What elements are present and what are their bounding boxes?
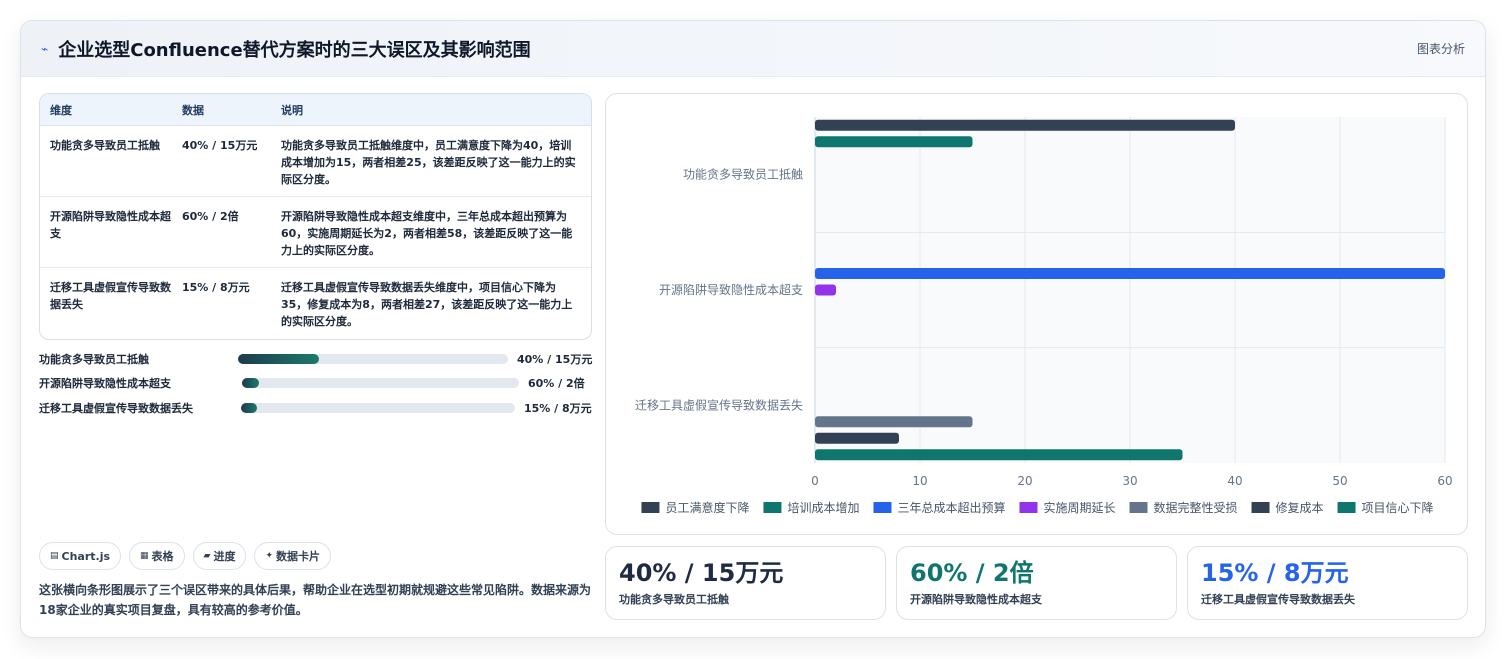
- bar: [815, 416, 973, 428]
- progress-label: 开源陷阱导致隐性成本超支: [39, 377, 171, 390]
- y-tick-label: 迁移工具虚假宣传导致数据丢失: [635, 397, 803, 412]
- table-cell-dimension: 功能贪多导致员工抵触: [50, 139, 160, 152]
- y-tick-label: 开源陷阱导致隐性成本超支: [659, 282, 803, 297]
- kpi-label: 迁移工具虚假宣传导致数据丢失: [1201, 593, 1355, 606]
- table-cell-dimension: 开源陷阱导致隐性成本超支: [50, 210, 171, 240]
- legend-swatch: [1129, 502, 1148, 513]
- chart-description: 这张横向条形图展示了三个误区带来的具体后果，帮助企业在选型初期就规避这些常见陷阱…: [39, 583, 592, 617]
- bar: [815, 432, 899, 444]
- x-tick-label: 60: [1437, 474, 1452, 488]
- x-tick-label: 10: [912, 474, 927, 488]
- bar: [815, 119, 1235, 131]
- table-cell-note: 开源陷阱导致隐性成本超支维度中，三年总成本超出预算为60，实施周期延长为2，两者…: [281, 210, 573, 257]
- kpi-value: 60% / 2倍: [910, 559, 1034, 587]
- sparkle-icon: ✦: [265, 551, 274, 561]
- legend-swatch: [763, 502, 782, 513]
- pill-data-card[interactable]: ✦ 数据卡片: [254, 542, 332, 570]
- chart-card: ⌁ 企业选型Confluence替代方案时的三大误区及其影响范围 图表分析 维度…: [20, 20, 1486, 638]
- legend-swatch: [873, 502, 892, 513]
- progress-label: 迁移工具虚假宣传导致数据丢失: [39, 402, 193, 415]
- x-tick-label: 0: [811, 474, 819, 488]
- x-tick-label: 50: [1332, 474, 1347, 488]
- progress-row: 开源陷阱导致隐性成本超支 60% / 2倍: [39, 373, 592, 393]
- bar: [815, 136, 973, 148]
- table-row: 功能贪多导致员工抵触 40% / 15万元 功能贪多导致员工抵触维度中，员工满意…: [40, 126, 591, 197]
- table-row: 迁移工具虚假宣传导致数据丢失 15% / 8万元 迁移工具虚假宣传导致数据丢失维…: [40, 268, 591, 339]
- pill-label: Chart.js: [61, 549, 111, 563]
- y-tick-label: 功能贪多导致员工抵触: [683, 167, 803, 182]
- progress-value: 60% / 2倍: [528, 377, 585, 390]
- pill-progress[interactable]: ▰ 进度: [192, 542, 247, 570]
- pulse-icon: ⌁: [41, 41, 49, 56]
- bar: [815, 449, 1183, 461]
- pill-label: 数据卡片: [276, 550, 321, 563]
- table-cell-data: 15% / 8万元: [182, 281, 250, 294]
- kpi-card: 60% / 2倍 开源陷阱导致隐性成本超支: [896, 546, 1177, 620]
- chart-icon: ▤: [50, 551, 59, 561]
- legend-label: 项目信心下降: [1362, 501, 1434, 515]
- progress-track: [241, 403, 515, 413]
- column-header-data: 数据: [182, 103, 204, 117]
- progress-row: 迁移工具虚假宣传导致数据丢失 15% / 8万元: [39, 398, 592, 418]
- bar: [815, 268, 1445, 280]
- feature-pills: ▤ Chart.js ▦ 表格 ▰ 进度 ✦ 数据卡片: [39, 542, 332, 570]
- chart-panel: 0 10 20 30 40 50 60 功能贪多导致员工抵触开源陷阱导致隐性成本超支迁移工具虚…: [605, 93, 1468, 535]
- progress-track: [242, 378, 519, 388]
- column-header-dimension: 维度: [50, 103, 72, 117]
- table-cell-note: 功能贪多导致员工抵触维度中，员工满意度下降为40，培训成本增加为15，两者相差2…: [281, 139, 576, 186]
- pill-chartjs[interactable]: ▤ Chart.js: [39, 542, 122, 570]
- bar: [815, 284, 836, 296]
- progress-fill: [238, 354, 319, 364]
- progress-icon: ▰: [203, 551, 211, 561]
- table-cell-dimension: 迁移工具虚假宣传导致数据丢失: [50, 281, 171, 311]
- legend: 员工满意度下降 培训成本增加 三年总成本超出预算 实施周期延长 数据完整性受损 修复成本 项…: [641, 500, 1434, 515]
- page-title: 企业选型Confluence替代方案时的三大误区及其影响范围: [58, 39, 531, 61]
- table-cell-data: 40% / 15万元: [182, 139, 258, 152]
- progress-track: [238, 354, 508, 364]
- pill-label: 表格: [151, 550, 174, 563]
- pill-table[interactable]: ▦ 表格: [129, 542, 185, 570]
- pill-label: 进度: [213, 550, 236, 563]
- legend-swatch: [641, 502, 660, 513]
- progress-row: 功能贪多导致员工抵触 40% / 15万元: [39, 349, 592, 369]
- x-tick-label: 20: [1017, 474, 1032, 488]
- kpi-label: 开源陷阱导致隐性成本超支: [910, 593, 1042, 606]
- column-header-note: 说明: [281, 103, 303, 117]
- progress-fill: [241, 403, 258, 413]
- legend-label: 修复成本: [1276, 500, 1324, 515]
- progress-value: 15% / 8万元: [524, 402, 592, 415]
- table-icon: ▦: [140, 551, 149, 561]
- legend-label: 员工满意度下降: [665, 500, 749, 515]
- kpi-value: 15% / 8万元: [1201, 559, 1349, 587]
- legend-label: 三年总成本超出预算: [897, 500, 1005, 515]
- kpi-card: 40% / 15万元 功能贪多导致员工抵触: [605, 546, 886, 620]
- legend-label: 数据完整性受损: [1154, 500, 1238, 515]
- legend-swatch: [1019, 502, 1038, 513]
- kpi-label: 功能贪多导致员工抵触: [619, 593, 729, 606]
- data-table: 维度 数据 说明 功能贪多导致员工抵触 40% / 15万元 功能贪多导致员工抵…: [39, 93, 592, 340]
- legend-label: 培训成本增加: [787, 500, 859, 515]
- progress-label: 功能贪多导致员工抵触: [39, 353, 149, 366]
- card-header: ⌁ 企业选型Confluence替代方案时的三大误区及其影响范围 图表分析: [21, 21, 1485, 77]
- chart-analysis-tag: 图表分析: [1416, 42, 1465, 56]
- legend-swatch: [1337, 502, 1356, 513]
- x-tick-label: 30: [1122, 474, 1137, 488]
- legend-label: 实施周期延长: [1043, 500, 1115, 515]
- table-header: 维度 数据 说明: [40, 94, 591, 126]
- x-tick-label: 40: [1227, 474, 1242, 488]
- bar-chart: 0 10 20 30 40 50 60 功能贪多导致员工抵触开源陷阱导致隐性成本超支迁移工具虚…: [635, 117, 1453, 515]
- progress-fill: [242, 378, 259, 388]
- kpi-card: 15% / 8万元 迁移工具虚假宣传导致数据丢失: [1187, 546, 1468, 620]
- table-row: 开源陷阱导致隐性成本超支 60% / 2倍 开源陷阱导致隐性成本超支维度中，三年…: [40, 197, 591, 268]
- table-cell-data: 60% / 2倍: [182, 210, 239, 223]
- table-cell-note: 迁移工具虚假宣传导致数据丢失维度中，项目信心下降为35，修复成本为8，两者相差2…: [281, 281, 573, 328]
- kpi-value: 40% / 15万元: [619, 559, 784, 587]
- legend-swatch: [1251, 502, 1270, 513]
- progress-value: 40% / 15万元: [517, 353, 593, 366]
